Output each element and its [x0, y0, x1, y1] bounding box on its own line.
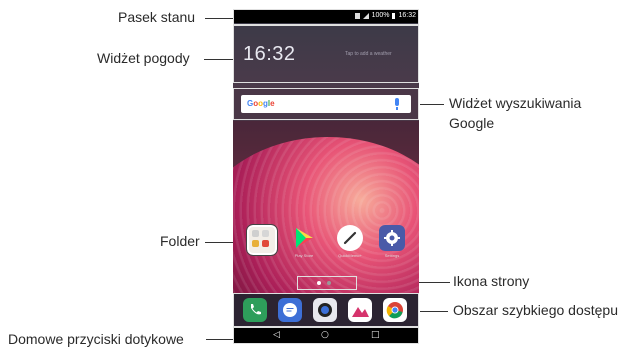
leader-status-bar	[205, 18, 233, 19]
folder-mini-app	[252, 240, 259, 247]
frame-home-touch-buttons	[233, 327, 419, 344]
pen-glyph	[343, 231, 357, 245]
label-page-icon: Ikona strony	[453, 273, 530, 289]
label-status-bar: Pasek stanu	[118, 9, 196, 25]
label-google-widget-line1: Widżet wyszukiwania	[449, 95, 582, 111]
label-folder: Folder	[160, 233, 200, 249]
play-store-label: Play Store	[294, 253, 314, 258]
leader-home-touch-buttons	[206, 339, 233, 340]
settings-label: Settings	[384, 253, 400, 258]
folder-icon[interactable]	[246, 224, 278, 256]
label-weather-widget: Widżet pogody	[97, 50, 190, 66]
folder-mini-app	[262, 240, 269, 247]
leader-weather-widget	[204, 59, 233, 60]
frame-weather-widget	[233, 25, 419, 83]
play-store-glyph	[296, 228, 313, 248]
quickmemo-icon[interactable]	[337, 225, 363, 251]
folder-mini-app	[262, 230, 269, 237]
play-store-icon[interactable]	[291, 225, 317, 251]
gear-glyph	[384, 230, 400, 246]
leader-google-widget	[420, 104, 444, 105]
label-google-widget-line2: Google	[449, 115, 495, 131]
frame-quick-access	[233, 293, 419, 327]
frame-google-widget	[233, 88, 419, 120]
label-home-touch-buttons: Domowe przyciski dotykowe	[8, 331, 184, 347]
label-quick-access: Obszar szybkiego dostępu	[453, 302, 618, 318]
frame-page-indicator	[297, 276, 357, 290]
settings-icon[interactable]	[379, 225, 405, 251]
frame-status-bar	[233, 9, 419, 25]
folder-mini-app	[252, 230, 259, 237]
quickmemo-label: QuickMemo+	[338, 253, 362, 258]
leader-quick-access	[420, 311, 448, 312]
